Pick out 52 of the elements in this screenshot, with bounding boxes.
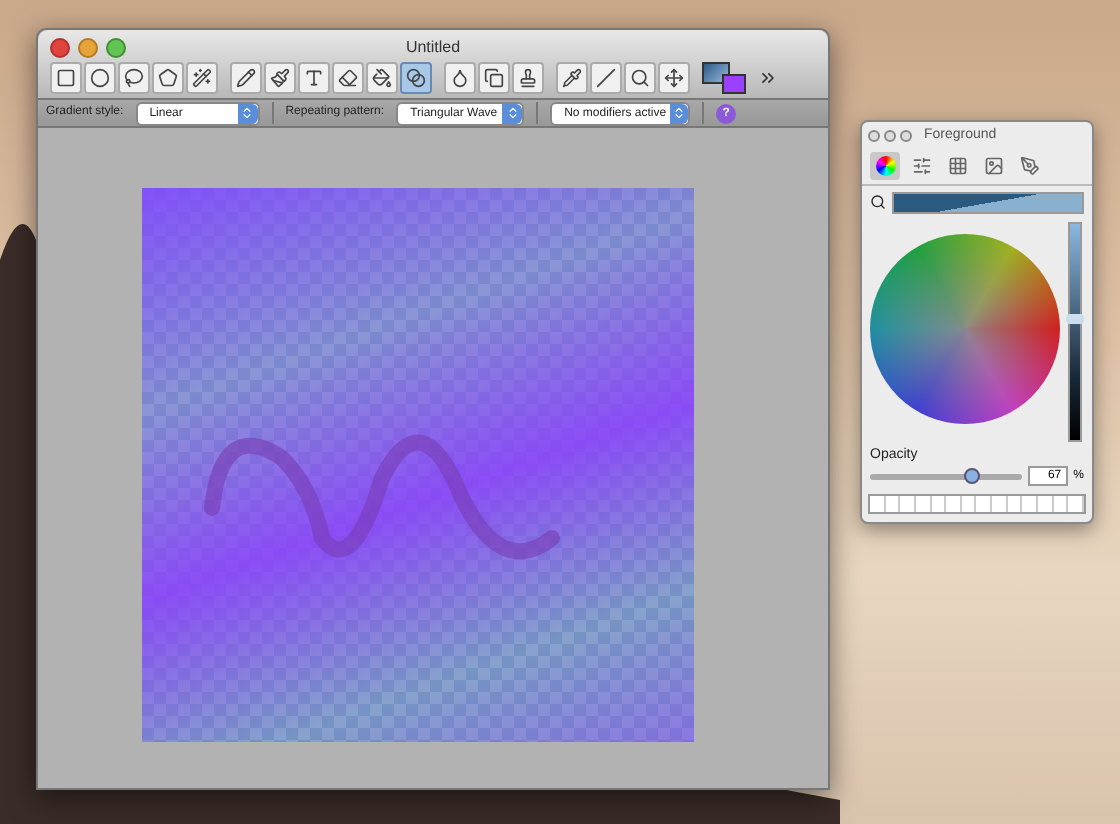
bucket-icon	[372, 68, 392, 88]
close-button[interactable]	[50, 38, 70, 58]
tool-button[interactable]	[512, 62, 544, 94]
tool-button[interactable]	[332, 62, 364, 94]
line-icon	[596, 68, 616, 88]
magnifier-icon	[630, 68, 650, 88]
window-title: Untitled	[405, 36, 461, 60]
color-swatch-drawing[interactable]	[702, 62, 746, 94]
copy-icon	[484, 68, 504, 88]
pipette-icon	[562, 68, 582, 88]
mode-tab[interactable]	[870, 151, 900, 179]
tool-button[interactable]	[50, 62, 82, 94]
tool-button[interactable]	[298, 62, 330, 94]
tool-button[interactable]	[478, 62, 510, 94]
zoom-button[interactable]	[106, 38, 126, 58]
wand-icon	[192, 68, 212, 88]
lasso-icon	[124, 68, 144, 88]
polygon-icon	[158, 68, 178, 88]
move-icon	[664, 68, 684, 88]
stamp-icon	[518, 68, 538, 88]
text-icon	[304, 68, 324, 88]
tool-button[interactable]	[186, 62, 218, 94]
tool-button[interactable]	[118, 62, 150, 94]
brightness-slider[interactable]	[1068, 221, 1082, 441]
opacity-slider[interactable]	[870, 473, 1022, 479]
stepper-icon	[505, 106, 520, 120]
grid-icon	[947, 155, 967, 175]
color-wheel-icon	[875, 155, 895, 175]
stepper-icon	[672, 106, 687, 120]
tool-button[interactable]	[658, 62, 690, 94]
tool-button[interactable]	[400, 62, 432, 94]
stepper-icon	[240, 106, 255, 120]
tool-button[interactable]	[444, 62, 476, 94]
tool-button[interactable]	[366, 62, 398, 94]
brush-icon	[270, 68, 290, 88]
tool-button[interactable]	[590, 62, 622, 94]
sliders-icon	[911, 155, 931, 175]
magnifier-icon[interactable]	[870, 194, 886, 210]
pen-icon	[1019, 155, 1039, 175]
tool-button[interactable]	[230, 62, 262, 94]
overflow-icon[interactable]	[758, 68, 778, 88]
image-icon	[983, 155, 1003, 175]
drop-icon	[450, 68, 470, 88]
swatch-strip[interactable]	[868, 494, 1086, 514]
tool-button[interactable]	[556, 62, 588, 94]
tool-button[interactable]	[152, 62, 184, 94]
pencil-icon	[236, 68, 256, 88]
tool-button[interactable]	[264, 62, 296, 94]
minimize-button[interactable]	[78, 38, 98, 58]
tool-button[interactable]	[624, 62, 656, 94]
tool-button[interactable]	[84, 62, 116, 94]
eraser-icon	[338, 68, 358, 88]
